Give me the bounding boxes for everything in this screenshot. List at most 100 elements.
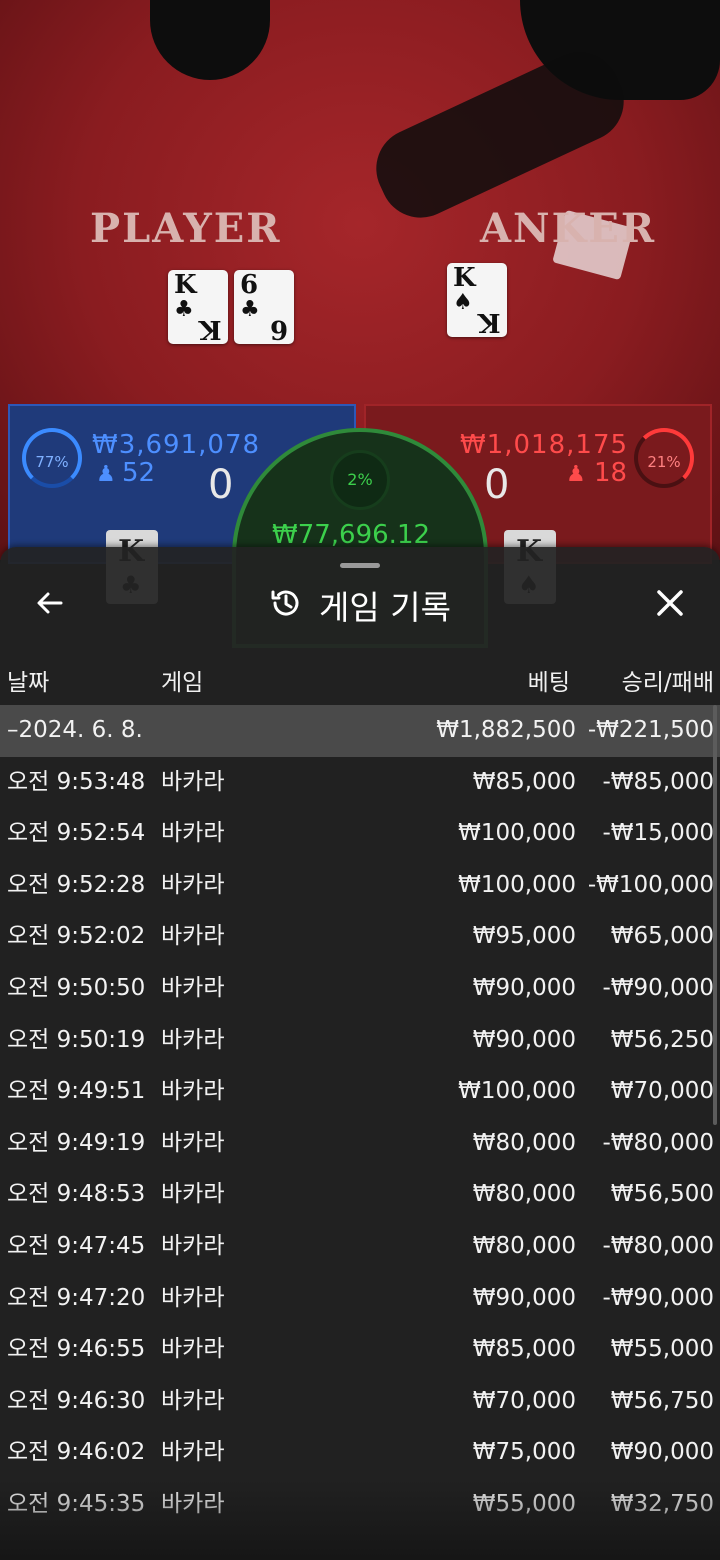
- game-history-sheet: 게임 기록 날짜 게임 베팅 승리/패배 –2024. 6. 8. ₩1,882…: [0, 547, 720, 1560]
- history-row-time: 오전 9:52:02: [7, 923, 146, 950]
- history-row-game: 바카라: [161, 923, 225, 950]
- history-row[interactable]: 오전 9:47:20 바카라 ₩90,000 -₩90,000: [0, 1273, 720, 1325]
- scrollbar[interactable]: [713, 705, 717, 1125]
- history-row-bet: ₩55,000: [472, 1490, 576, 1517]
- history-row-time: 오전 9:46:02: [7, 1439, 146, 1466]
- history-row[interactable]: 오전 9:50:19 바카라 ₩90,000 ₩56,250: [0, 1015, 720, 1067]
- column-header-game: 게임: [161, 670, 204, 696]
- history-row-game: 바카라: [161, 974, 225, 1001]
- history-row-result: ₩56,750: [610, 1387, 714, 1414]
- history-row-game: 바카라: [161, 1336, 225, 1363]
- banker-score: 0: [484, 462, 510, 508]
- history-row-game: 바카라: [161, 820, 225, 847]
- history-row-time: 오전 9:46:55: [7, 1336, 146, 1363]
- history-row-bet: ₩100,000: [458, 871, 576, 898]
- history-row-bet: ₩85,000: [472, 1336, 576, 1363]
- banker-amount: ₩1,018,175: [460, 430, 629, 460]
- banker-card-1: K ♠ K: [447, 263, 507, 337]
- column-header-result: 승리/패배: [621, 670, 714, 696]
- history-row-bet: ₩80,000: [472, 1181, 576, 1208]
- history-row-result: ₩90,000: [610, 1439, 714, 1466]
- tie-percent: 2%: [330, 450, 390, 510]
- history-row-game: 바카라: [161, 1232, 225, 1259]
- history-row-time: 오전 9:52:28: [7, 871, 146, 898]
- history-row-time: 오전 9:47:45: [7, 1232, 146, 1259]
- player-label: PLAYER: [90, 205, 282, 252]
- history-row-time: 오전 9:47:20: [7, 1284, 146, 1311]
- history-row-bet: ₩100,000: [458, 1078, 576, 1105]
- player-user-icon: ♟: [96, 462, 116, 487]
- dealer-hand: [363, 39, 637, 231]
- history-row-time: 오전 9:45:35: [7, 1490, 146, 1517]
- banker-percent: 21%: [647, 453, 681, 471]
- close-button[interactable]: [642, 577, 698, 633]
- history-row-time: 오전 9:46:30: [7, 1387, 146, 1414]
- history-row-bet: ₩70,000: [472, 1387, 576, 1414]
- history-row-game: 바카라: [161, 1181, 225, 1208]
- history-row-bet: ₩80,000: [472, 1232, 576, 1259]
- history-row-result: ₩65,000: [610, 923, 714, 950]
- history-list[interactable]: –2024. 6. 8. ₩1,882,500 -₩221,500 오전 9:5…: [0, 705, 720, 1531]
- banker-count: 18: [594, 458, 628, 488]
- history-row-time: 오전 9:50:50: [7, 974, 146, 1001]
- history-row[interactable]: 오전 9:47:45 바카라 ₩80,000 -₩80,000: [0, 1221, 720, 1273]
- history-row-time: 오전 9:50:19: [7, 1026, 146, 1053]
- dealer-arm-left: [150, 0, 270, 80]
- player-score: 0: [208, 462, 234, 508]
- history-row-time: 오전 9:52:54: [7, 820, 146, 847]
- date-group-result-total: -₩221,500: [587, 717, 714, 743]
- player-percent: 77%: [35, 453, 69, 471]
- history-row[interactable]: 오전 9:52:54 바카라 ₩100,000 -₩15,000: [0, 808, 720, 860]
- history-row[interactable]: 오전 9:49:51 바카라 ₩100,000 ₩70,000: [0, 1066, 720, 1118]
- column-header-date: 날짜: [7, 670, 50, 696]
- history-row-time: 오전 9:53:48: [7, 768, 146, 795]
- history-row-result: -₩80,000: [602, 1232, 714, 1259]
- history-row-game: 바카라: [161, 1129, 225, 1156]
- history-row[interactable]: 오전 9:52:02 바카라 ₩95,000 ₩65,000: [0, 911, 720, 963]
- history-row-bet: ₩80,000: [472, 1129, 576, 1156]
- drag-handle[interactable]: [340, 563, 380, 568]
- date-group-bet-total: ₩1,882,500: [436, 717, 576, 743]
- player-card-1: K ♣ K: [168, 270, 228, 344]
- history-row[interactable]: 오전 9:50:50 바카라 ₩90,000 -₩90,000: [0, 963, 720, 1015]
- tie-amount: ₩77,696.12: [272, 520, 431, 550]
- sheet-header: 게임 기록: [0, 581, 720, 627]
- history-row-result: ₩55,000: [610, 1336, 714, 1363]
- history-row[interactable]: 오전 9:46:30 바카라 ₩70,000 ₩56,750: [0, 1376, 720, 1428]
- history-row-result: -₩15,000: [602, 820, 714, 847]
- history-row-bet: ₩90,000: [472, 974, 576, 1001]
- sheet-title: 게임 기록: [319, 588, 451, 627]
- date-group-row[interactable]: –2024. 6. 8. ₩1,882,500 -₩221,500: [0, 705, 720, 757]
- history-row[interactable]: 오전 9:52:28 바카라 ₩100,000 -₩100,000: [0, 860, 720, 912]
- history-row-bet: ₩85,000: [472, 768, 576, 795]
- banker-user-icon: ♟: [566, 462, 586, 487]
- history-icon: [269, 586, 303, 624]
- history-row[interactable]: 오전 9:49:19 바카라 ₩80,000 -₩80,000: [0, 1118, 720, 1170]
- history-row-result: -₩90,000: [602, 974, 714, 1001]
- history-row[interactable]: 오전 9:46:02 바카라 ₩75,000 ₩90,000: [0, 1427, 720, 1479]
- history-row-bet: ₩75,000: [472, 1439, 576, 1466]
- history-row[interactable]: 오전 9:46:55 바카라 ₩85,000 ₩55,000: [0, 1324, 720, 1376]
- history-row-bet: ₩90,000: [472, 1284, 576, 1311]
- history-row-game: 바카라: [161, 1078, 225, 1105]
- history-row-result: ₩56,500: [610, 1181, 714, 1208]
- history-row-result: -₩80,000: [602, 1129, 714, 1156]
- history-row-result: -₩90,000: [602, 1284, 714, 1311]
- player-percent-ring: 77%: [22, 428, 82, 488]
- history-row-game: 바카라: [161, 1490, 225, 1517]
- history-row-result: ₩70,000: [610, 1078, 714, 1105]
- history-row-game: 바카라: [161, 768, 225, 795]
- history-row-result: ₩32,750: [610, 1490, 714, 1517]
- history-row[interactable]: 오전 9:45:35 바카라 ₩55,000 ₩32,750: [0, 1479, 720, 1531]
- history-row-game: 바카라: [161, 1284, 225, 1311]
- history-row-game: 바카라: [161, 1026, 225, 1053]
- history-row[interactable]: 오전 9:48:53 바카라 ₩80,000 ₩56,500: [0, 1169, 720, 1221]
- close-icon: [654, 587, 686, 623]
- player-card-2: 6 ♣ 6: [234, 270, 294, 344]
- history-row-result: -₩100,000: [587, 871, 714, 898]
- history-row-game: 바카라: [161, 871, 225, 898]
- history-row-result: ₩56,250: [610, 1026, 714, 1053]
- player-amount: ₩3,691,078: [92, 430, 261, 460]
- history-row-result: -₩85,000: [602, 768, 714, 795]
- history-row[interactable]: 오전 9:53:48 바카라 ₩85,000 -₩85,000: [0, 757, 720, 809]
